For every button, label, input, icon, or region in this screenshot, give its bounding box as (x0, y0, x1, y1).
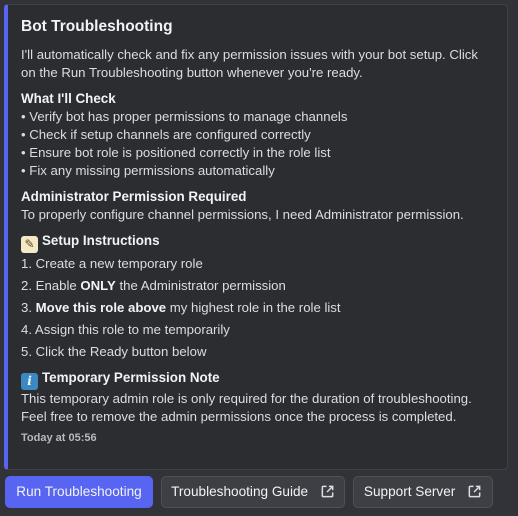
check-item: • Ensure bot role is positioned correctl… (21, 145, 331, 160)
bot-embed: Bot Troubleshooting I'll automatically c… (4, 4, 508, 470)
check-heading: What I'll Check (21, 91, 116, 106)
admin-heading: Administrator Permission Required (21, 189, 247, 204)
info-icon: i (21, 373, 38, 390)
note-text-line-2: Feel free to remove the admin permission… (21, 409, 457, 424)
setup-heading-row: ✎ Setup Instructions (21, 232, 493, 253)
timestamp: Today at 05:56 (21, 432, 97, 444)
step-item: 5. Click the Ready button below (21, 344, 207, 359)
intro-text-line-2: on the Run Troubleshooting button whenev… (21, 65, 363, 80)
run-troubleshooting-button[interactable]: Run Troubleshooting (5, 476, 153, 508)
setup-heading: Setup Instructions (42, 233, 160, 248)
troubleshooting-guide-button[interactable]: Troubleshooting Guide (161, 476, 345, 508)
setup-steps-list: 1. Create a new temporary role 2. Enable… (21, 253, 493, 363)
check-item: • Fix any missing permissions automatica… (21, 163, 275, 178)
check-item: • Verify bot has proper permissions to m… (21, 109, 348, 124)
check-item: • Check if setup channels are configured… (21, 127, 311, 142)
intro-text-line-1: I'll automatically check and fix any per… (21, 47, 478, 62)
external-link-icon (321, 485, 334, 498)
note-heading-row: i Temporary Permission Note (21, 369, 493, 390)
note-heading: Temporary Permission Note (42, 370, 220, 385)
step-item: 3. Move this role above my highest role … (21, 300, 341, 315)
support-server-label: Support Server (363, 484, 456, 499)
embed-title: Bot Troubleshooting (21, 18, 173, 35)
support-server-button[interactable]: Support Server (353, 476, 493, 508)
run-troubleshooting-label: Run Troubleshooting (16, 484, 142, 499)
step-item: 1. Create a new temporary role (21, 256, 203, 271)
step-item: 2. Enable ONLY the Administrator permiss… (21, 278, 286, 293)
admin-text: To properly configure channel permission… (21, 207, 464, 222)
troubleshooting-guide-label: Troubleshooting Guide (171, 484, 309, 499)
note-text-line-1: This temporary admin role is only requir… (21, 391, 472, 406)
step-item: 4. Assign this role to me temporarily (21, 322, 230, 337)
memo-icon: ✎ (21, 236, 38, 253)
external-link-icon (468, 485, 481, 498)
